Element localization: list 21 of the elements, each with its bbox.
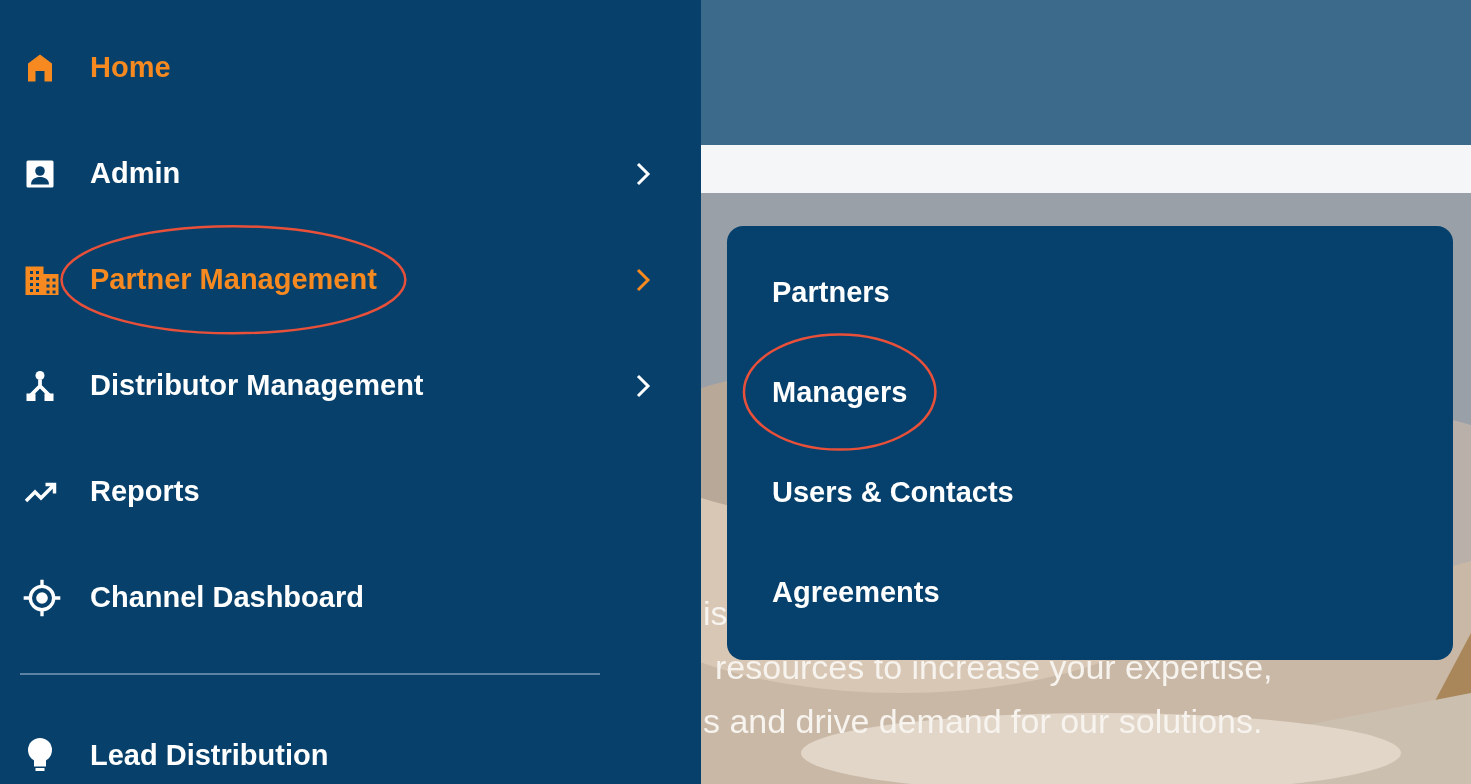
menu-label: Reports xyxy=(90,475,200,508)
menu-label: Admin xyxy=(90,157,181,190)
submenu-item[interactable]: Users & Contacts xyxy=(772,476,1014,508)
sidebar-item[interactable]: Admin xyxy=(0,121,701,227)
menu-label: Distributor Management xyxy=(90,369,424,402)
sidebar-item[interactable]: Reports xyxy=(0,439,701,545)
hero-text: resources to increase your expertise, xyxy=(715,647,1273,688)
sidebar-item[interactable]: Channel Dashboard xyxy=(0,545,701,651)
target-icon xyxy=(22,578,62,618)
menu-label: Partner Management xyxy=(90,263,377,296)
hero-text: is xyxy=(703,593,728,634)
menu-label: Lead Distribution xyxy=(90,739,329,772)
menu-label: Home xyxy=(90,51,171,84)
sidebar-item[interactable]: Home xyxy=(0,15,701,121)
sidebar-item[interactable]: Distributor Management xyxy=(0,333,701,439)
sidebar-item[interactable]: Partner Management xyxy=(0,227,701,333)
submenu-item[interactable]: Managers xyxy=(772,376,908,408)
sidebar-item[interactable]: Lead Distribution xyxy=(0,703,701,784)
submenu-item[interactable]: Partners xyxy=(772,276,890,308)
submenu-item[interactable]: Agreements xyxy=(772,576,940,608)
menu-label: Channel Dashboard xyxy=(90,581,364,614)
